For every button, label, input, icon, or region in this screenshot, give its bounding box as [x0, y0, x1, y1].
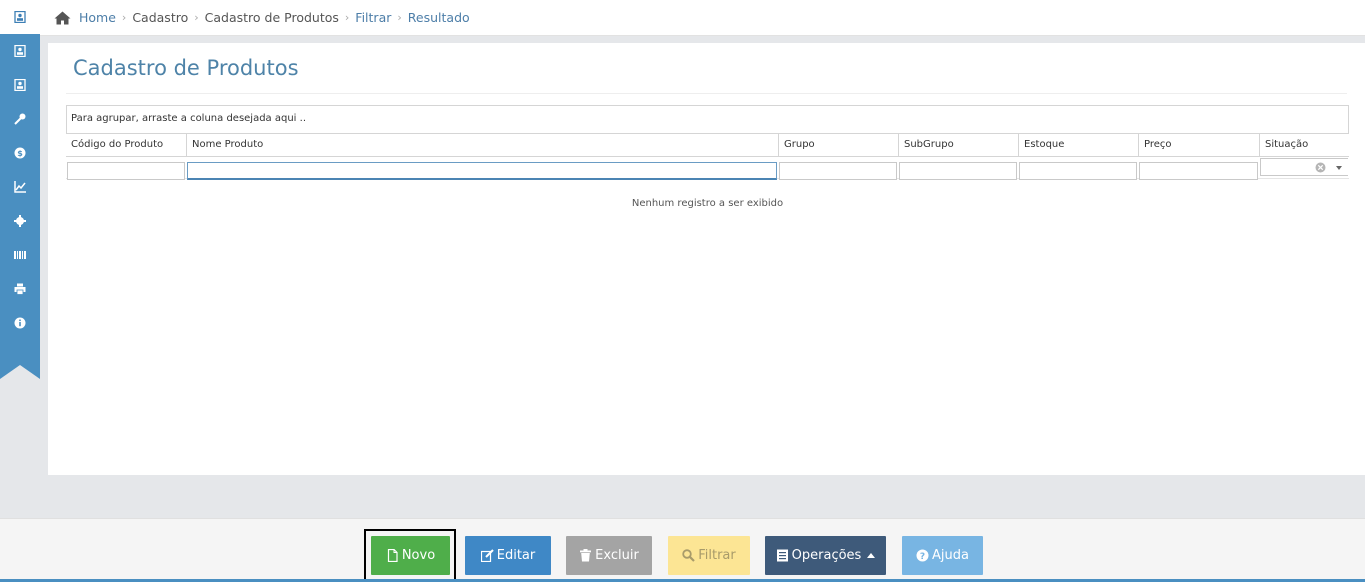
column-header-preco[interactable]: Preço — [1138, 134, 1259, 156]
sidebar-item-cadastro[interactable] — [0, 0, 40, 34]
printer-icon — [14, 283, 26, 295]
caret-up-icon — [867, 553, 876, 558]
chevron-right-icon: › — [194, 11, 199, 24]
filter-preco-input[interactable] — [1139, 161, 1258, 180]
line-chart-icon — [14, 181, 26, 193]
home-icon[interactable] — [54, 11, 71, 25]
chevron-right-icon: › — [121, 11, 127, 24]
chevron-down-icon[interactable] — [1336, 166, 1342, 170]
sidebar-item-4[interactable] — [0, 102, 40, 136]
svg-text:$: $ — [17, 149, 23, 158]
excluir-button[interactable]: Excluir — [566, 536, 652, 575]
excluir-label: Excluir — [595, 548, 639, 563]
editar-label: Editar — [496, 548, 536, 563]
sidebar: $ — [0, 0, 40, 366]
filter-estoque-input[interactable] — [1019, 161, 1137, 180]
chevron-right-icon: › — [397, 11, 402, 24]
main-panel: Cadastro de Produtos Para agrupar, arras… — [48, 43, 1365, 475]
edit-icon — [480, 549, 494, 562]
sidebar-item-7[interactable] — [0, 204, 40, 238]
editar-button[interactable]: Editar — [465, 536, 551, 575]
column-header-codigo[interactable]: Código do Produto — [66, 134, 186, 156]
gear-icon — [14, 215, 26, 227]
sidebar-item-5[interactable]: $ — [0, 136, 40, 170]
ajuda-label: Ajuda — [932, 548, 969, 563]
sidebar-item-3[interactable] — [0, 68, 40, 102]
column-header-grupo[interactable]: Grupo — [778, 134, 898, 156]
group-panel[interactable]: Para agrupar, arraste a coluna desejada … — [66, 105, 1349, 134]
title-divider — [66, 93, 1347, 94]
filtrar-label: Filtrar — [698, 548, 736, 563]
breadcrumb-filtrar[interactable]: Filtrar — [355, 10, 391, 25]
clear-icon[interactable] — [1315, 162, 1326, 173]
info-icon — [14, 317, 26, 329]
breadcrumb-cadastro[interactable]: Cadastro — [132, 10, 188, 25]
key-icon — [14, 113, 26, 125]
empty-message: Nenhum registro a ser exibido — [631, 198, 784, 209]
filter-grupo-input[interactable] — [779, 161, 897, 180]
operacoes-label: Operações — [791, 548, 862, 563]
contact-book-icon — [14, 79, 26, 91]
column-header-estoque[interactable]: Estoque — [1018, 134, 1138, 156]
sidebar-item-8[interactable] — [0, 238, 40, 272]
list-icon — [776, 549, 788, 562]
filtrar-button[interactable]: Filtrar — [668, 536, 750, 575]
sidebar-item-10[interactable] — [0, 306, 40, 340]
breadcrumb: Home › Cadastro › Cadastro de Produtos ›… — [40, 0, 1365, 36]
filter-subgrupo-input[interactable] — [899, 161, 1017, 180]
contact-book-icon — [14, 11, 26, 23]
dollar-icon: $ — [14, 147, 26, 159]
trash-icon — [580, 549, 592, 562]
sidebar-item-6[interactable] — [0, 170, 40, 204]
contact-book-icon — [14, 45, 26, 57]
breadcrumb-cadastro-produtos[interactable]: Cadastro de Produtos — [205, 10, 339, 25]
sidebar-item-2[interactable] — [0, 34, 40, 68]
grid-filter-row — [66, 157, 1349, 180]
products-grid: Para agrupar, arraste a coluna desejada … — [66, 105, 1349, 209]
ajuda-button[interactable]: ? Ajuda — [902, 536, 983, 575]
bottom-toolbar: Novo Editar Excluir Filtrar Operações ? … — [0, 518, 1365, 582]
column-header-situacao[interactable]: Situação — [1259, 134, 1349, 156]
column-header-nome[interactable]: Nome Produto — [186, 134, 778, 156]
filter-nome-input[interactable] — [187, 162, 777, 180]
svg-text:?: ? — [920, 552, 925, 562]
novo-label: Novo — [401, 548, 436, 563]
chevron-right-icon: › — [344, 11, 350, 24]
barcode-icon — [14, 251, 26, 259]
column-header-subgrupo[interactable]: SubGrupo — [898, 134, 1018, 156]
search-icon — [682, 549, 696, 562]
breadcrumb-resultado: Resultado — [407, 10, 470, 25]
filter-codigo-input[interactable] — [67, 161, 185, 180]
sidebar-collapse-caret[interactable] — [0, 365, 40, 379]
novo-button[interactable]: Novo — [371, 536, 450, 575]
help-icon: ? — [916, 549, 929, 562]
filter-situacao-select[interactable] — [1260, 158, 1348, 176]
breadcrumb-home[interactable]: Home — [79, 10, 116, 25]
sidebar-item-9[interactable] — [0, 272, 40, 306]
grid-header: Código do Produto Nome Produto Grupo Sub… — [66, 134, 1349, 157]
file-icon — [387, 549, 398, 562]
operacoes-button[interactable]: Operações — [765, 536, 886, 575]
page-title: Cadastro de Produtos — [73, 56, 299, 80]
